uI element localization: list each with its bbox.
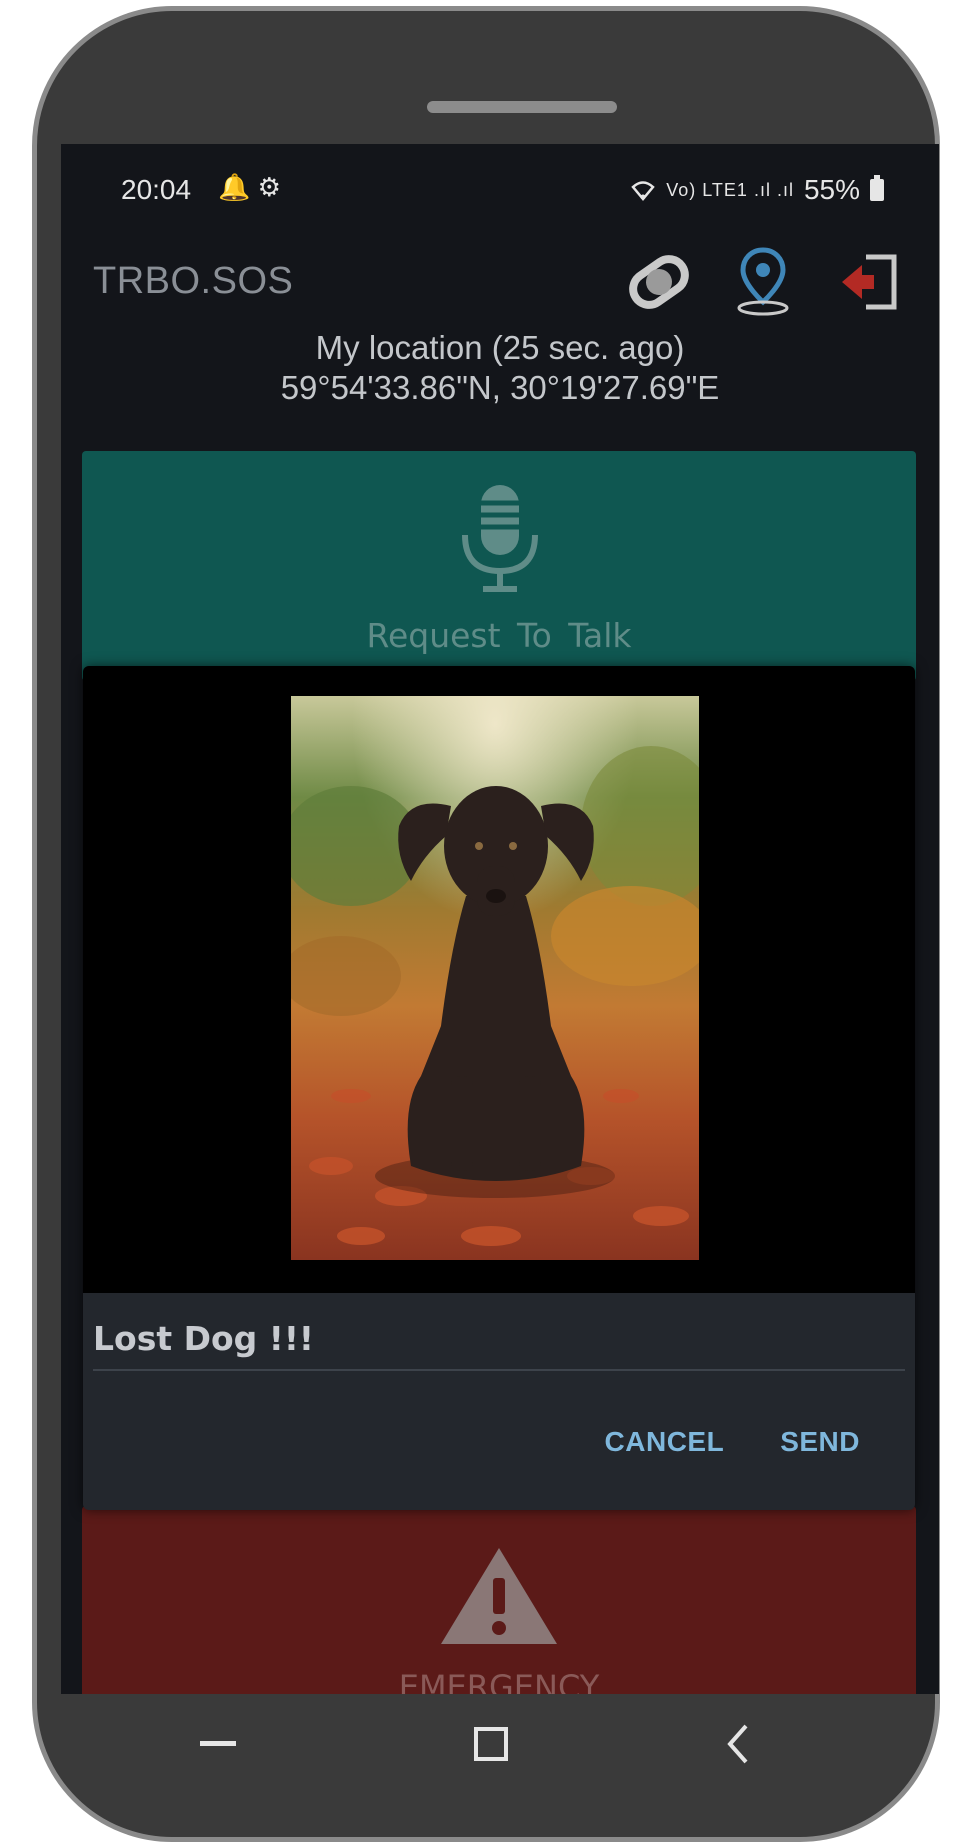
caption-text: Lost Dog !!! bbox=[93, 1319, 314, 1358]
request-to-talk-label: Request To Talk bbox=[366, 616, 632, 655]
caption-input[interactable]: Lost Dog !!! bbox=[93, 1319, 905, 1371]
app-title: TRBO.SOS bbox=[93, 260, 294, 302]
home-icon bbox=[474, 1727, 508, 1761]
phone-screen: 20:04 🔔 ⚙ Vo) LTE1 .ıl .ıl 55% TRBO.SOS bbox=[61, 144, 939, 1694]
sync-icon bbox=[629, 255, 689, 309]
status-right: Vo) LTE1 .ıl .ıl 55% bbox=[630, 174, 884, 206]
home-button[interactable] bbox=[451, 1694, 531, 1794]
signal-indicators: Vo) LTE1 .ıl .ıl bbox=[666, 179, 794, 200]
send-button[interactable]: SEND bbox=[780, 1426, 860, 1458]
status-time: 20:04 bbox=[121, 174, 192, 205]
exit-button[interactable] bbox=[831, 242, 911, 322]
dialog-image-area bbox=[83, 666, 915, 1293]
back-button[interactable] bbox=[697, 1694, 777, 1794]
status-bar: 20:04 🔔 ⚙ Vo) LTE1 .ıl .ıl 55% bbox=[61, 144, 939, 240]
location-pin-icon bbox=[737, 247, 789, 316]
sync-button[interactable] bbox=[619, 242, 699, 322]
speaker-grille bbox=[427, 101, 617, 113]
location-label: My location (25 sec. ago) bbox=[315, 329, 685, 366]
battery-percent: 55% bbox=[803, 174, 860, 205]
recent-apps-button[interactable] bbox=[178, 1694, 258, 1794]
back-icon bbox=[727, 1724, 748, 1764]
send-photo-dialog: Lost Dog !!! CANCEL SEND bbox=[83, 666, 915, 1510]
location-info: My location (25 sec. ago) 59°54'33.86"N,… bbox=[61, 328, 939, 408]
wifi-icon bbox=[631, 181, 655, 201]
exit-icon bbox=[842, 254, 897, 310]
navigation-bar bbox=[61, 1694, 939, 1794]
request-to-talk-button[interactable]: Request To Talk bbox=[82, 451, 916, 681]
recent-apps-icon bbox=[200, 1741, 236, 1746]
battery-icon bbox=[870, 175, 884, 201]
location-button[interactable] bbox=[723, 242, 803, 322]
location-coordinates: 59°54'33.86"N, 30°19'27.69"E bbox=[280, 369, 720, 406]
app-bar: TRBO.SOS bbox=[61, 230, 939, 320]
warning-icon bbox=[441, 1548, 557, 1644]
dialog-actions: CANCEL SEND bbox=[605, 1426, 860, 1458]
microphone-icon bbox=[462, 485, 538, 592]
emergency-button[interactable]: EMERGENCY bbox=[82, 1506, 916, 1694]
emergency-label: EMERGENCY bbox=[398, 1668, 600, 1694]
notification-icons: 🔔 ⚙ bbox=[218, 172, 281, 202]
cancel-button[interactable]: CANCEL bbox=[605, 1426, 725, 1458]
dog-photo bbox=[291, 696, 699, 1260]
